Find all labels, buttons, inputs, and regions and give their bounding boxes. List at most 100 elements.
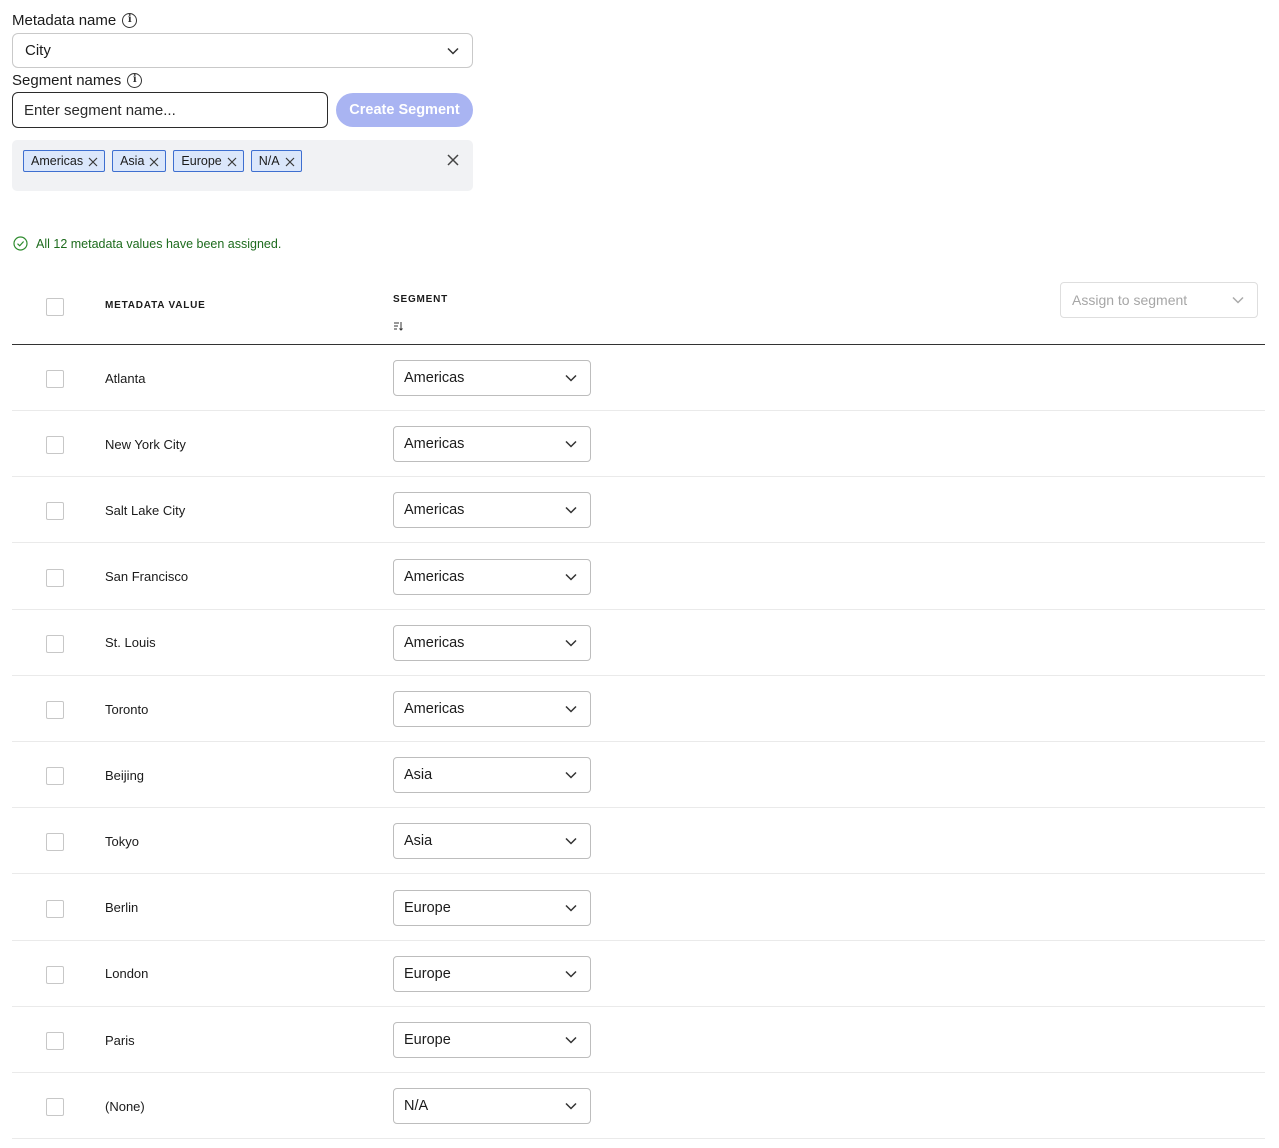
assignment-status: All 12 metadata values have been assigne… bbox=[13, 236, 281, 251]
create-segment-button[interactable]: Create Segment bbox=[336, 93, 473, 127]
segment-chip-label: Asia bbox=[120, 154, 145, 168]
segment-select[interactable]: Americas bbox=[393, 426, 591, 463]
segment-chip-label: Europe bbox=[181, 154, 222, 168]
segment-select[interactable]: Europe bbox=[393, 889, 591, 926]
chevron-down-icon bbox=[564, 901, 578, 915]
metadata-name-label: Metadata name i bbox=[12, 10, 138, 30]
table-row: Salt Lake City Americas bbox=[12, 477, 1265, 544]
assign-to-segment-select[interactable]: Assign to segment bbox=[1060, 282, 1258, 318]
metadata-value: Atlanta bbox=[105, 370, 146, 386]
chevron-down-icon bbox=[564, 570, 578, 584]
assign-to-segment-placeholder: Assign to segment bbox=[1072, 292, 1188, 308]
metadata-value: Beijing bbox=[105, 767, 145, 783]
table-row: San Francisco Americas bbox=[12, 544, 1265, 610]
segment-select[interactable]: Americas bbox=[393, 360, 591, 396]
info-icon[interactable]: i bbox=[122, 12, 138, 28]
segment-select[interactable]: Asia bbox=[393, 757, 591, 794]
segment-chip: Americas bbox=[23, 150, 106, 172]
metadata-name-label-text: Metadata name bbox=[12, 11, 117, 29]
segment-select-value: Americas bbox=[404, 701, 465, 717]
segment-select-value: Americas bbox=[404, 634, 465, 651]
clear-all-icon[interactable] bbox=[446, 153, 460, 167]
row-checkbox[interactable] bbox=[46, 502, 64, 521]
metadata-value: (None) bbox=[105, 1098, 145, 1114]
segment-select-value: Americas bbox=[404, 502, 465, 519]
segment-select[interactable]: Europe bbox=[393, 955, 591, 992]
remove-chip-icon[interactable] bbox=[227, 156, 237, 167]
metadata-value: Berlin bbox=[105, 900, 139, 916]
segment-select[interactable]: Asia bbox=[393, 823, 591, 860]
row-checkbox[interactable] bbox=[46, 568, 64, 587]
segment-select-value: Americas bbox=[404, 568, 465, 585]
column-header-segment[interactable]: SEGMENT bbox=[393, 294, 448, 305]
row-checkbox[interactable] bbox=[46, 767, 64, 786]
chevron-down-icon bbox=[1231, 293, 1245, 307]
chevron-down-icon bbox=[564, 834, 578, 848]
chevron-down-icon bbox=[564, 702, 578, 716]
row-checkbox[interactable] bbox=[46, 436, 64, 455]
metadata-value: New York City bbox=[105, 436, 186, 452]
row-checkbox[interactable] bbox=[46, 1032, 64, 1050]
row-checkbox[interactable] bbox=[46, 370, 64, 388]
segment-name-input[interactable] bbox=[12, 92, 328, 128]
status-message: All 12 metadata values have been assigne… bbox=[36, 236, 282, 251]
chevron-down-icon bbox=[564, 503, 578, 517]
segment-select[interactable]: Americas bbox=[393, 558, 591, 595]
metadata-value: London bbox=[105, 966, 149, 982]
metadata-value: Tokyo bbox=[105, 833, 139, 849]
segment-chip-area: Americas Asia Europe N/A bbox=[12, 140, 473, 191]
segment-select-value: Asia bbox=[404, 833, 433, 850]
segment-select-value: Europe bbox=[404, 1032, 451, 1048]
table-row: Beijing Asia bbox=[12, 742, 1265, 809]
row-checkbox[interactable] bbox=[46, 899, 64, 918]
segment-names-label-text: Segment names bbox=[12, 71, 122, 89]
segment-select[interactable]: Americas bbox=[393, 691, 591, 727]
row-checkbox[interactable] bbox=[46, 701, 64, 719]
chevron-down-icon bbox=[564, 1099, 578, 1113]
sort-icon[interactable] bbox=[393, 318, 403, 331]
segment-chips: Americas Asia Europe N/A bbox=[23, 150, 302, 172]
metadata-value: St. Louis bbox=[105, 635, 156, 651]
metadata-name-selected: City bbox=[25, 42, 51, 59]
table-row: (None) N/A bbox=[12, 1073, 1265, 1140]
table-row: London Europe bbox=[12, 941, 1265, 1007]
table-row: Atlanta Americas bbox=[12, 345, 1265, 411]
metadata-value: Paris bbox=[105, 1032, 135, 1048]
column-header-metadata-value[interactable]: METADATA VALUE bbox=[105, 300, 206, 311]
row-checkbox[interactable] bbox=[46, 634, 64, 653]
segment-names-label: Segment names i bbox=[12, 70, 143, 90]
table-row: Tokyo Asia bbox=[12, 808, 1265, 875]
row-checkbox[interactable] bbox=[46, 1098, 64, 1117]
table-row: Paris Europe bbox=[12, 1007, 1265, 1073]
segment-select-value: Americas bbox=[404, 436, 465, 453]
select-all-checkbox[interactable] bbox=[46, 298, 64, 316]
segment-chip: N/A bbox=[250, 150, 302, 172]
segment-select-value: Europe bbox=[404, 899, 451, 916]
chevron-down-icon bbox=[446, 44, 460, 58]
metadata-name-select[interactable]: City bbox=[12, 33, 473, 68]
remove-chip-icon[interactable] bbox=[149, 156, 159, 167]
segment-select[interactable]: N/A bbox=[393, 1088, 591, 1125]
segment-select[interactable]: Americas bbox=[393, 492, 591, 529]
segment-select-value: Americas bbox=[404, 370, 465, 386]
chevron-down-icon bbox=[564, 1033, 578, 1047]
segment-select-value: N/A bbox=[404, 1098, 429, 1115]
chevron-down-icon bbox=[564, 437, 578, 451]
chevron-down-icon bbox=[564, 636, 578, 650]
chevron-down-icon bbox=[564, 967, 578, 981]
metadata-value: Toronto bbox=[105, 701, 149, 717]
metadata-value: Salt Lake City bbox=[105, 502, 186, 518]
info-icon[interactable]: i bbox=[127, 72, 143, 88]
check-circle-icon bbox=[13, 236, 28, 251]
segment-chip-label: Americas bbox=[31, 154, 84, 168]
segment-select[interactable]: Europe bbox=[393, 1022, 591, 1058]
row-checkbox[interactable] bbox=[46, 833, 64, 852]
segment-select[interactable]: Americas bbox=[393, 624, 591, 661]
table-row: St. Louis Americas bbox=[12, 610, 1265, 676]
segment-chip: Europe bbox=[173, 150, 244, 172]
remove-chip-icon[interactable] bbox=[285, 156, 295, 167]
segment-chip: Asia bbox=[112, 150, 167, 172]
row-checkbox[interactable] bbox=[46, 965, 64, 984]
table-row: Berlin Europe bbox=[12, 875, 1265, 941]
remove-chip-icon[interactable] bbox=[88, 156, 98, 167]
